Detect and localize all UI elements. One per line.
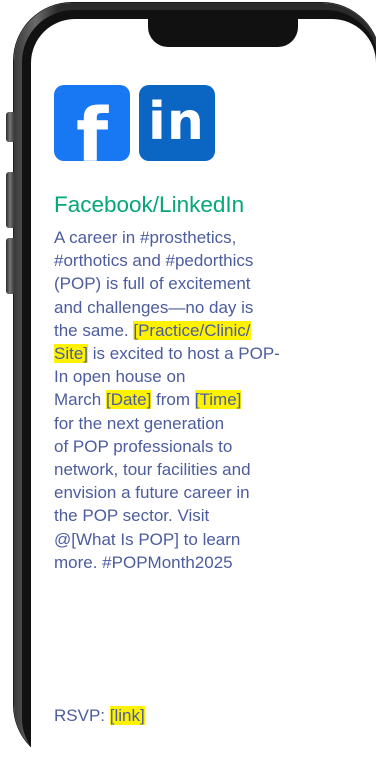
- rsvp-line: RSVP: [link]: [54, 704, 145, 727]
- post-line: In open house on: [54, 367, 186, 387]
- social-icons: f in: [54, 85, 215, 161]
- date-placeholder: [Date]: [105, 390, 152, 410]
- post-line: and challenges—no day is: [54, 297, 254, 317]
- linkedin-icon: in: [139, 85, 215, 161]
- facebook-icon: f: [54, 85, 130, 161]
- phone-volume-down-button: [6, 238, 14, 294]
- post-line: @[What Is POP] to learn: [54, 529, 241, 549]
- post-line-text: is excited to host a POP-: [88, 344, 280, 364]
- post-line: the POP sector. Visit: [54, 506, 210, 526]
- post-line: A career in #prosthetics,: [54, 228, 237, 247]
- phone-notch: [148, 19, 298, 47]
- post-line-text: from: [151, 390, 195, 410]
- post-line: the same. [Practice/Clinic/: [54, 319, 374, 342]
- post-heading: Facebook/LinkedIn: [54, 192, 245, 217]
- post-line: (POP) is full of excitement: [54, 274, 251, 294]
- post-line: for the next generation: [54, 413, 225, 433]
- phone-volume-up-button: [6, 172, 14, 228]
- post-line: March [Date] from [Time]: [54, 388, 374, 411]
- post-line: of POP professionals to: [54, 436, 233, 456]
- time-placeholder: [Time]: [194, 390, 242, 410]
- phone-side-button: [6, 112, 14, 142]
- post-line: network, tour facilities and: [54, 460, 251, 480]
- facebook-logo-glyph: f: [76, 93, 109, 161]
- post-line: #orthotics and #pedorthics: [54, 251, 254, 271]
- site-placeholder: Site]: [54, 344, 89, 364]
- rsvp-label: RSVP:: [54, 706, 110, 725]
- post-line: more. #POPMonth2025: [54, 552, 233, 572]
- post-line: Site] is excited to host a POP-: [54, 342, 374, 365]
- rsvp-link-placeholder: [link]: [109, 706, 145, 725]
- linkedin-logo-glyph: in: [148, 92, 205, 152]
- post-line-text: the same.: [54, 320, 134, 340]
- post-line: envision a future career in: [54, 483, 250, 503]
- post-body: A career in #prosthetics, #orthotics and…: [54, 226, 374, 574]
- post-line-text: March: [54, 390, 106, 410]
- practice-placeholder: [Practice/Clinic/: [133, 320, 251, 340]
